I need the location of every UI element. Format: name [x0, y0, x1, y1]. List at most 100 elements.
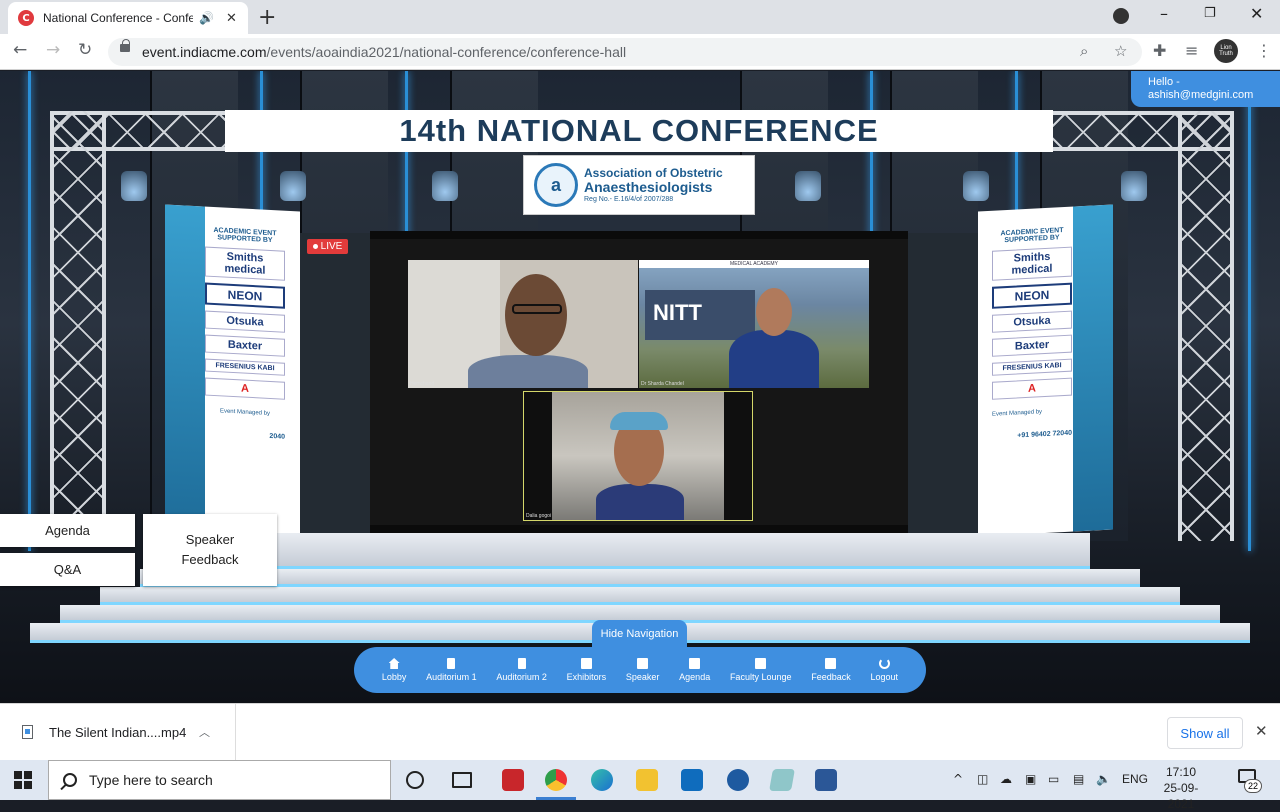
- sponsor-logo: Otsuka: [205, 310, 285, 333]
- media-queue-icon[interactable]: ≡: [1185, 41, 1198, 60]
- chrome-icon[interactable]: [545, 769, 567, 791]
- spotlight: [121, 171, 147, 201]
- user-greeting[interactable]: Hello - ashish@medgini.com: [1131, 71, 1280, 107]
- feedback-icon: [825, 658, 837, 669]
- onedrive-icon[interactable]: ☁: [1000, 772, 1012, 786]
- close-shelf-icon[interactable]: ✕: [1255, 722, 1268, 740]
- file-explorer-icon[interactable]: [636, 769, 658, 791]
- truss-left: [50, 111, 106, 541]
- volume-icon[interactable]: 🔈: [1096, 772, 1111, 786]
- panel-stripe: [1073, 204, 1113, 532]
- windows-start-icon[interactable]: [14, 771, 32, 789]
- agenda-button[interactable]: Agenda: [0, 514, 135, 547]
- network-icon[interactable]: ▤: [1073, 772, 1084, 786]
- participant-face: [756, 288, 792, 336]
- hide-navigation-button[interactable]: Hide Navigation: [592, 620, 687, 647]
- document-icon: [637, 658, 649, 669]
- app-icon[interactable]: [727, 769, 749, 791]
- word-icon[interactable]: [815, 769, 837, 791]
- show-all-button[interactable]: Show all: [1167, 717, 1243, 749]
- zoom-icon[interactable]: ⌕: [1080, 42, 1088, 60]
- tray-chevron-up-icon[interactable]: ^: [953, 772, 963, 786]
- door-icon: [447, 658, 456, 669]
- association-line1: Association of Obstetric: [584, 165, 723, 180]
- tab-search-icon[interactable]: [1113, 8, 1129, 24]
- document-icon: [689, 658, 701, 669]
- download-shelf: The Silent Indian....mp4 ︿ Show all ✕: [0, 703, 1280, 760]
- edge-icon[interactable]: [591, 769, 613, 791]
- browser-tab-bar: C National Conference - Conference Hall …: [0, 0, 1280, 34]
- address-bar[interactable]: event.indiacme.com/events/aoaindia2021/n…: [108, 38, 1142, 66]
- notifications-icon[interactable]: 22: [1238, 769, 1262, 793]
- association-line2: Anaesthesiologists: [584, 178, 713, 195]
- sponsor-logo: A: [992, 377, 1072, 400]
- nav-auditorium-1[interactable]: Auditorium 1: [426, 658, 477, 682]
- url-text[interactable]: event.indiacme.com/events/aoaindia2021/n…: [142, 44, 626, 60]
- profile-avatar[interactable]: Lion Truth: [1214, 39, 1238, 63]
- sponsor-logo: Smiths medical: [205, 246, 285, 281]
- nav-exhibitors[interactable]: Exhibitors: [567, 658, 606, 682]
- nav-label: Auditorium 2: [496, 672, 547, 682]
- browser-toolbar: ← → ↻ event.indiacme.com/events/aoaindia…: [0, 34, 1280, 70]
- task-view-icon[interactable]: [452, 772, 472, 788]
- supported-by-label: ACADEMIC EVENT SUPPORTED BY: [213, 227, 277, 245]
- restore-icon[interactable]: ❐: [1204, 6, 1216, 21]
- supported-by-label: ACADEMIC EVENT SUPPORTED BY: [1000, 227, 1064, 245]
- participant-caption: Hemchand: [410, 381, 435, 387]
- tray-app-icon[interactable]: ▣: [1025, 772, 1036, 786]
- cortana-icon[interactable]: [406, 771, 424, 789]
- user-email: ashish@medgini.com: [1148, 89, 1254, 101]
- participant-tile: Hemchand: [408, 260, 638, 388]
- close-window-icon[interactable]: ✕: [1250, 4, 1263, 23]
- app-icon[interactable]: [769, 769, 795, 791]
- managed-by-label: Event Managed by: [992, 409, 1043, 418]
- tray-app-icon[interactable]: ◫: [977, 772, 988, 786]
- menu-kebab-icon[interactable]: ⋮: [1256, 41, 1272, 60]
- url-host: event.indiacme.com: [142, 44, 267, 60]
- close-tab-icon[interactable]: ✕: [226, 11, 237, 26]
- reload-icon[interactable]: ↻: [78, 40, 92, 60]
- back-icon[interactable]: ←: [13, 40, 27, 60]
- nav-lobby[interactable]: Lobby: [382, 658, 406, 682]
- nav-label: Auditorium 1: [426, 672, 477, 682]
- sponsor-logo: NEON: [205, 282, 285, 309]
- speaker-feedback-button[interactable]: Speaker Feedback: [143, 514, 277, 586]
- clock-time: 17:10: [1165, 765, 1197, 779]
- nav-speaker[interactable]: Speaker: [626, 658, 659, 682]
- association-logo: a Association of Obstetric Anaesthesiolo…: [523, 155, 755, 215]
- bookmark-star-icon[interactable]: ☆: [1114, 42, 1127, 60]
- nav-agenda[interactable]: Agenda: [679, 658, 710, 682]
- outlook-icon[interactable]: [681, 769, 703, 791]
- sponsor-logo: Smiths medical: [992, 246, 1072, 281]
- video-stream[interactable]: Hemchand MEDICAL ACADEMY NITT Dr Sharda …: [370, 231, 908, 533]
- glasses-icon: [512, 304, 562, 314]
- speaker-feedback-line2: Feedback: [181, 552, 239, 567]
- browser-tab[interactable]: C National Conference - Conference Hall …: [8, 2, 248, 34]
- building-sign: NITT: [645, 290, 755, 340]
- nav-feedback[interactable]: Feedback: [811, 658, 851, 682]
- nav-logout[interactable]: Logout: [870, 658, 898, 682]
- clock[interactable]: 17:10 25-09-2021: [1156, 764, 1206, 812]
- clock-date: 25-09-2021: [1163, 781, 1199, 811]
- acrobat-icon[interactable]: [502, 769, 524, 791]
- download-item[interactable]: The Silent Indian....mp4 ︿: [0, 704, 236, 760]
- spotlight: [280, 171, 306, 201]
- forward-icon[interactable]: →: [46, 40, 60, 60]
- qa-button[interactable]: Q&A: [0, 553, 135, 586]
- nav-faculty-lounge[interactable]: Faculty Lounge: [729, 658, 792, 682]
- live-dot-icon: [312, 244, 318, 249]
- taskbar-search[interactable]: Type here to search: [48, 760, 391, 800]
- extensions-icon[interactable]: ✚: [1153, 41, 1166, 60]
- nav-label: Faculty Lounge: [729, 672, 792, 682]
- battery-icon[interactable]: ▭: [1048, 772, 1059, 786]
- minimize-icon[interactable]: –: [1160, 4, 1168, 23]
- participant-caption: Dr Sharda Chandel: [641, 381, 684, 387]
- language-indicator[interactable]: ENG: [1122, 772, 1148, 786]
- chevron-up-icon[interactable]: ︿: [199, 724, 210, 740]
- speaker-icon[interactable]: 🔊: [199, 11, 214, 25]
- sponsor-logo: Baxter: [205, 334, 285, 357]
- nav-auditorium-2[interactable]: Auditorium 2: [496, 658, 547, 682]
- left-sponsor-panel: ACADEMIC EVENT SUPPORTED BY Smiths medic…: [165, 204, 300, 537]
- surgical-cap-icon: [610, 412, 668, 430]
- new-tab-icon[interactable]: +: [258, 5, 276, 30]
